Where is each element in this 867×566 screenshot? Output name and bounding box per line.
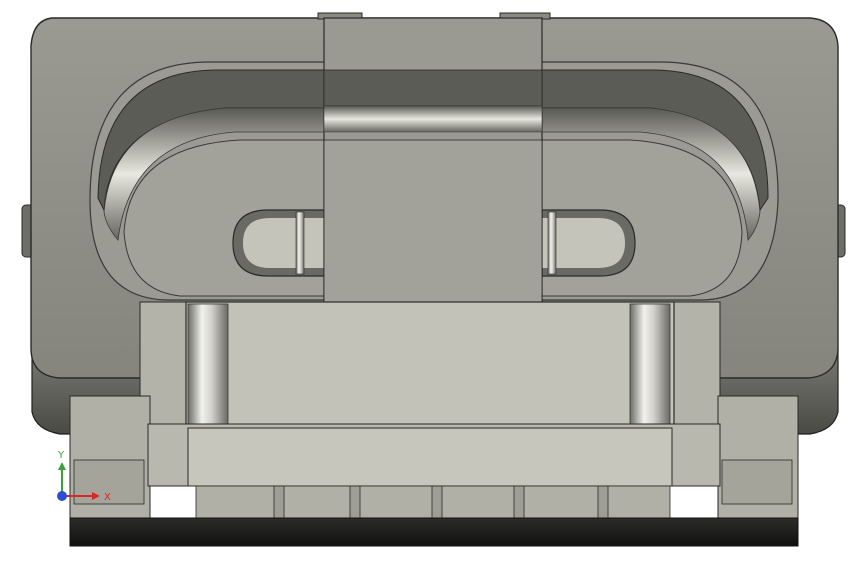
cad-viewport[interactable]: X Y (0, 0, 867, 562)
y-axis-arrow (58, 462, 66, 470)
center-strap-channel (323, 69, 543, 107)
pin-row (195, 485, 671, 519)
front-housing-right-wing (671, 301, 721, 427)
left-slot-inner (243, 218, 326, 268)
front-housing (185, 301, 675, 427)
connector-plate-face (187, 427, 673, 487)
center-strap-face (323, 139, 543, 303)
cad-model-view[interactable]: X Y (0, 0, 867, 562)
left-cylinder (187, 303, 229, 425)
center-strap-ridge (323, 105, 543, 133)
right-cylinder (629, 303, 671, 425)
x-axis-label: X (104, 492, 111, 503)
base-plate (69, 517, 799, 547)
right-slot-rib (547, 211, 557, 275)
left-slot-rib (295, 211, 305, 275)
y-axis-label: Y (57, 450, 65, 461)
right-side-block-face (721, 459, 793, 505)
z-axis-dot (57, 491, 67, 501)
